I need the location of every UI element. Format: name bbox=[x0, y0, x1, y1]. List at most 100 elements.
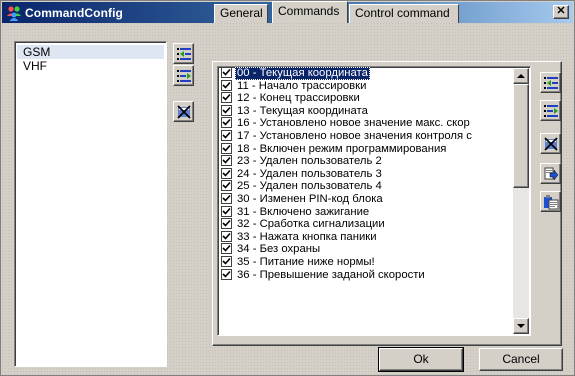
checkmark-icon bbox=[222, 232, 231, 240]
command-checkbox[interactable] bbox=[221, 92, 232, 104]
command-checkbox[interactable] bbox=[221, 167, 232, 179]
delete-icon bbox=[176, 104, 191, 119]
cancel-button[interactable]: Cancel bbox=[479, 348, 563, 371]
command-item[interactable]: 34 - Без охраны bbox=[218, 243, 530, 256]
command-checkbox[interactable] bbox=[221, 142, 232, 154]
checkmark-icon bbox=[222, 68, 231, 76]
command-label: 25 - Удален пользователь 4 bbox=[237, 180, 382, 193]
command-item[interactable]: 16 - Установлено новое значение макс. ск… bbox=[218, 117, 530, 130]
command-label: 16 - Установлено новое значение макс. ск… bbox=[237, 117, 470, 130]
command-label: 23 - Удален пользователь 2 bbox=[237, 155, 382, 168]
move-up-icon bbox=[176, 47, 191, 60]
command-item[interactable]: 31 - Включено зажигание bbox=[218, 205, 530, 219]
command-checkbox[interactable] bbox=[221, 243, 232, 255]
command-checkbox[interactable] bbox=[221, 268, 232, 280]
command-list-scrollbar[interactable] bbox=[513, 68, 529, 334]
checkmark-icon bbox=[222, 144, 231, 152]
command-label: 11 - Начало трассировки bbox=[237, 79, 367, 92]
command-checkbox[interactable] bbox=[221, 192, 232, 204]
checkmark-icon bbox=[222, 131, 231, 139]
command-checkbox[interactable] bbox=[221, 180, 232, 192]
command-label: 12 - Конец трассировки bbox=[237, 92, 360, 105]
command-item[interactable]: 18 - Включен режим программирования bbox=[218, 142, 530, 156]
command-label: 30 - Изменен PIN-код блока bbox=[237, 192, 383, 205]
checkmark-icon bbox=[222, 182, 231, 190]
checkmark-icon bbox=[222, 207, 231, 215]
command-item[interactable]: 00 - Текущая координата bbox=[218, 67, 530, 80]
command-checkbox[interactable] bbox=[221, 255, 232, 267]
move-up-icon bbox=[543, 76, 558, 89]
command-config-window: CommandConfig ✕ GSM VHF General Commands… bbox=[0, 0, 575, 376]
command-checkbox[interactable] bbox=[221, 129, 232, 141]
command-item[interactable]: 12 - Конец трассировки bbox=[218, 92, 530, 105]
command-item[interactable]: 32 - Сработка сигнализации bbox=[218, 218, 530, 231]
checkmark-icon bbox=[222, 270, 231, 278]
command-checkbox[interactable] bbox=[221, 205, 232, 217]
command-label: 13 - Текущая координата bbox=[237, 104, 368, 117]
paste-icon bbox=[543, 194, 558, 209]
arrow-up-icon bbox=[517, 74, 525, 78]
command-item[interactable]: 25 - Удален пользователь 4 bbox=[218, 180, 530, 193]
close-icon: ✕ bbox=[556, 5, 566, 17]
command-move-up-button[interactable] bbox=[540, 72, 561, 93]
command-label: 35 - Питание ниже нормы! bbox=[237, 255, 375, 268]
command-label: 31 - Включено зажигание bbox=[237, 205, 370, 218]
checkmark-icon bbox=[222, 245, 231, 252]
move-down-icon bbox=[543, 104, 558, 117]
channel-list[interactable]: GSM VHF bbox=[14, 41, 167, 367]
command-item[interactable]: 24 - Удален пользователь 3 bbox=[218, 167, 530, 181]
checkmark-icon bbox=[222, 194, 231, 202]
scroll-thumb[interactable] bbox=[513, 84, 529, 188]
delete-icon bbox=[543, 136, 558, 151]
ok-button[interactable]: Ok bbox=[378, 347, 464, 372]
command-paste-button[interactable] bbox=[540, 191, 561, 212]
arrow-down-icon bbox=[517, 324, 525, 328]
command-checkbox[interactable] bbox=[221, 104, 232, 116]
command-item[interactable]: 33 - Нажата кнопка паники bbox=[218, 230, 530, 244]
command-label: 18 - Включен режим программирования bbox=[237, 142, 447, 155]
checkmark-icon bbox=[222, 106, 231, 114]
command-list[interactable]: 00 - Текущая координата 11 - Начало трасс… bbox=[217, 66, 531, 336]
command-label: 17 - Установлено новое значения контроля… bbox=[237, 129, 472, 142]
command-checkbox[interactable] bbox=[221, 218, 232, 230]
checkmark-icon bbox=[222, 119, 231, 127]
command-label: 36 - Превышение заданой скорости bbox=[237, 268, 425, 281]
channel-delete-button[interactable] bbox=[173, 101, 194, 122]
tab-general[interactable]: General bbox=[214, 4, 268, 23]
channel-item-gsm[interactable]: GSM bbox=[17, 45, 164, 59]
command-item[interactable]: 23 - Удален пользователь 2 bbox=[218, 155, 530, 168]
command-checkbox[interactable] bbox=[221, 67, 232, 78]
command-item[interactable]: 35 - Питание ниже нормы! bbox=[218, 255, 530, 269]
channel-item-vhf[interactable]: VHF bbox=[17, 59, 164, 73]
command-checkbox[interactable] bbox=[221, 79, 232, 91]
tab-control-command[interactable]: Control command bbox=[349, 4, 459, 23]
command-item[interactable]: 30 - Изменен PIN-код блока bbox=[218, 192, 530, 206]
checkmark-icon bbox=[222, 81, 231, 89]
command-checkbox[interactable] bbox=[221, 117, 232, 129]
users-icon bbox=[7, 5, 21, 21]
command-item[interactable]: 13 - Текущая координата bbox=[218, 104, 530, 118]
command-label: 00 - Текущая координата bbox=[235, 67, 370, 80]
close-button[interactable]: ✕ bbox=[553, 5, 569, 19]
export-icon bbox=[544, 167, 558, 181]
checkmark-icon bbox=[222, 220, 231, 227]
checkmark-icon bbox=[222, 257, 231, 265]
scroll-down-button[interactable] bbox=[513, 318, 529, 334]
checkmark-icon bbox=[222, 157, 231, 164]
scroll-up-button[interactable] bbox=[513, 68, 529, 84]
command-item[interactable]: 17 - Установлено новое значения контроля… bbox=[218, 129, 530, 143]
command-label: 24 - Удален пользователь 3 bbox=[237, 167, 382, 180]
channel-move-up-button[interactable] bbox=[173, 43, 194, 64]
command-checkbox[interactable] bbox=[221, 155, 232, 167]
move-down-icon bbox=[176, 69, 191, 82]
tab-commands[interactable]: Commands bbox=[272, 1, 348, 23]
command-label: 32 - Сработка сигнализации bbox=[237, 218, 385, 231]
command-checkbox[interactable] bbox=[221, 230, 232, 242]
command-item[interactable]: 36 - Превышение заданой скорости bbox=[218, 268, 530, 282]
command-delete-button[interactable] bbox=[540, 133, 561, 154]
channel-move-down-button[interactable] bbox=[173, 65, 194, 86]
command-item[interactable]: 11 - Начало трассировки bbox=[218, 79, 530, 93]
command-move-down-button[interactable] bbox=[540, 100, 561, 121]
window-title: CommandConfig bbox=[25, 5, 123, 20]
command-export-button[interactable] bbox=[540, 163, 561, 184]
